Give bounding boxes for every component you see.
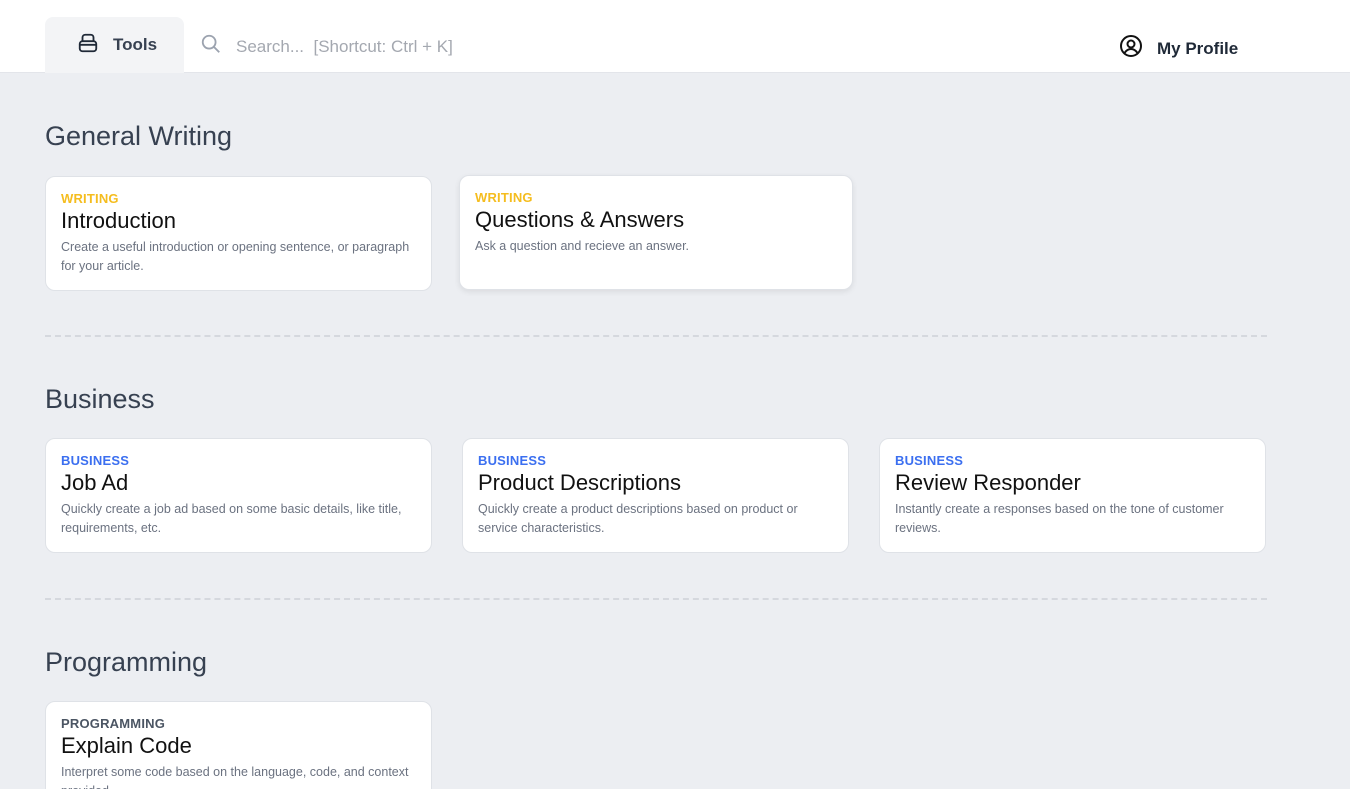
tools-label: Tools: [113, 35, 158, 54]
card-description: Quickly create a product descriptions ba…: [478, 502, 798, 535]
card-category: BUSINESS: [61, 453, 130, 468]
card-title: Job Ad: [61, 470, 129, 495]
search-bar: [200, 33, 536, 60]
card-title: Explain Code: [61, 733, 192, 758]
card-category: WRITING: [61, 191, 119, 206]
profile-label: My Profile: [1157, 38, 1239, 58]
tool-card-introduction[interactable]: WRITING Introduction Create a useful int…: [45, 176, 432, 291]
card-title: Introduction: [61, 208, 176, 233]
tool-card-review-responder[interactable]: BUSINESS Review Responder Instantly crea…: [879, 438, 1266, 553]
section-title: Programming: [45, 647, 208, 677]
tools-tab[interactable]: Tools: [45, 17, 184, 73]
card-title: Product Descriptions: [478, 470, 681, 495]
toolbox-icon: [77, 32, 99, 59]
tool-card-questions-answers[interactable]: WRITING Questions & Answers Ask a questi…: [459, 175, 853, 290]
tool-card-product-descriptions[interactable]: BUSINESS Product Descriptions Quickly cr…: [462, 438, 849, 553]
card-category: PROGRAMMING: [61, 716, 166, 731]
card-description: Ask a question and recieve an answer.: [475, 239, 690, 253]
card-description: Quickly create a job ad based on some ba…: [61, 502, 402, 535]
card-category: BUSINESS: [478, 453, 547, 468]
card-description: Interpret some code based on the languag…: [61, 765, 409, 789]
search-icon: [200, 33, 222, 60]
card-category: BUSINESS: [895, 453, 964, 468]
card-description: Instantly create a responses based on th…: [895, 502, 1224, 535]
card-title: Questions & Answers: [475, 207, 685, 232]
top-bar: Tools My Profile: [0, 0, 1350, 73]
section-divider: [45, 335, 1267, 337]
card-title: Review Responder: [895, 470, 1081, 495]
search-input[interactable]: [236, 36, 536, 57]
tool-card-explain-code[interactable]: PROGRAMMING Explain Code Interpret some …: [45, 701, 432, 789]
my-profile-button[interactable]: My Profile: [1119, 34, 1238, 63]
tool-card-job-ad[interactable]: BUSINESS Job Ad Quickly create a job ad …: [45, 438, 432, 553]
card-category: WRITING: [475, 190, 533, 205]
section-title: Business: [45, 384, 155, 414]
section-divider: [45, 598, 1267, 600]
card-description: Create a useful introduction or opening …: [61, 240, 410, 273]
user-circle-icon: [1119, 34, 1143, 63]
section-title: General Writing: [45, 121, 233, 151]
